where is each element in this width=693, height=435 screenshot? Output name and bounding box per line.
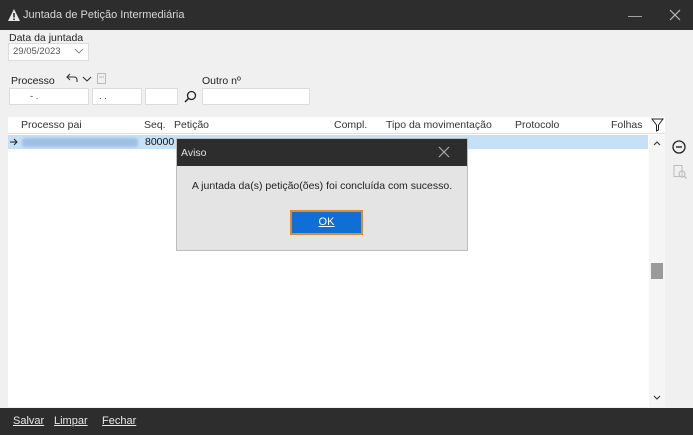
- grid-header: Processo pai Seq. Petição Compl. Tipo da…: [8, 117, 665, 134]
- col-peticao[interactable]: Petição: [174, 119, 209, 131]
- bottom-toolbar: Salvar Limpar Fechar: [0, 408, 693, 435]
- save-button[interactable]: Salvar: [13, 415, 44, 427]
- juntada-window: Juntada de Petição Intermediária — Data …: [0, 0, 693, 435]
- processo-number-input[interactable]: - .: [9, 88, 89, 105]
- aviso-dialog: Aviso A juntada da(s) petição(ões) foi c…: [177, 139, 467, 250]
- scroll-up-icon[interactable]: [652, 138, 662, 148]
- search-icon[interactable]: [184, 90, 197, 103]
- chevron-down-icon[interactable]: [82, 75, 92, 83]
- dialog-close-icon[interactable]: [437, 145, 451, 159]
- processo-year-input[interactable]: . .: [92, 88, 142, 105]
- processo-pai-redacted: [22, 138, 138, 147]
- ok-button[interactable]: OK: [290, 210, 363, 235]
- processo-year-value: . .: [99, 91, 107, 102]
- document-icon[interactable]: [97, 73, 106, 84]
- minimize-button[interactable]: —: [620, 0, 650, 30]
- processo-number-value: - .: [30, 91, 39, 102]
- dialog-title: Aviso: [181, 147, 207, 159]
- clear-button[interactable]: Limpar: [54, 415, 88, 427]
- outro-numero-input[interactable]: [202, 88, 310, 105]
- col-folhas[interactable]: Folhas: [611, 119, 643, 131]
- col-seq[interactable]: Seq.: [144, 119, 166, 131]
- processo-origin-input[interactable]: [145, 88, 178, 105]
- row-seq: 80000: [145, 136, 175, 148]
- vertical-scrollbar[interactable]: [649, 135, 665, 407]
- remove-icon[interactable]: [671, 139, 687, 155]
- col-compl[interactable]: Compl.: [334, 119, 367, 131]
- processo-label: Processo: [11, 75, 55, 87]
- dialog-message: A juntada da(s) petição(ões) foi concluí…: [191, 180, 453, 192]
- chevron-down-icon[interactable]: [74, 46, 84, 56]
- col-processo-pai[interactable]: Processo pai: [21, 119, 82, 131]
- outro-label: Outro nº: [202, 75, 241, 87]
- dialog-title-bar: Aviso: [177, 139, 467, 166]
- close-window-button[interactable]: [660, 0, 690, 30]
- title-bar: Juntada de Petição Intermediária —: [0, 0, 693, 30]
- scroll-down-icon[interactable]: [652, 393, 662, 403]
- window-title: Juntada de Petição Intermediária: [23, 9, 185, 21]
- row-pointer-icon: [10, 138, 18, 146]
- document-search-icon[interactable]: [672, 164, 688, 180]
- date-value: 29/05/2023: [13, 46, 61, 57]
- undo-icon[interactable]: [66, 73, 78, 83]
- close-button[interactable]: Fechar: [102, 415, 136, 427]
- filter-icon[interactable]: [651, 118, 664, 132]
- col-tipo-movimentacao[interactable]: Tipo da movimentação: [386, 119, 492, 131]
- date-field[interactable]: 29/05/2023: [8, 43, 89, 61]
- scroll-thumb[interactable]: [651, 263, 663, 279]
- app-warning-icon: [8, 9, 20, 21]
- col-protocolo[interactable]: Protocolo: [515, 119, 559, 131]
